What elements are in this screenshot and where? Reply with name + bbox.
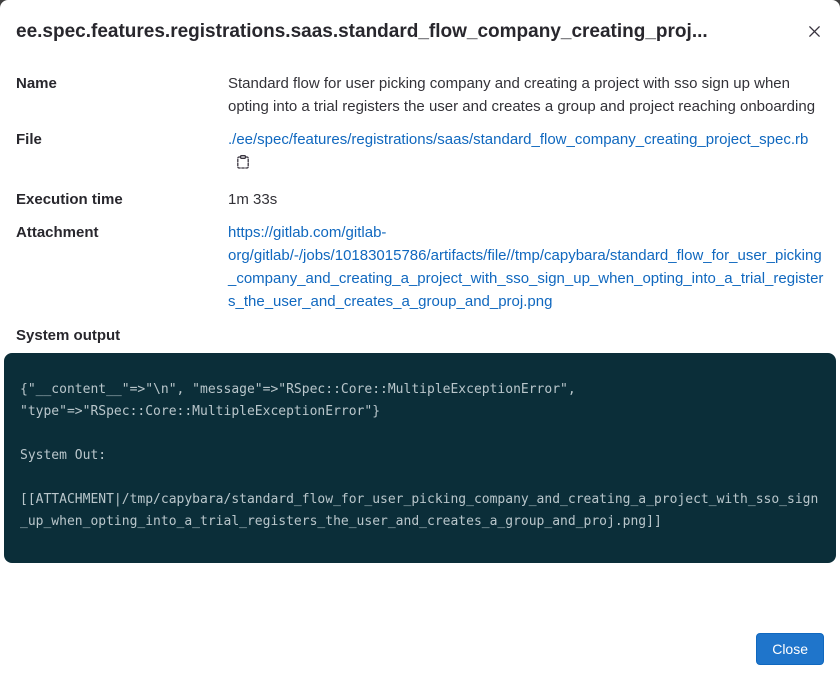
close-x-icon (807, 24, 822, 39)
field-row-execution-time: Execution time 1m 33s (0, 188, 840, 211)
attachment-link[interactable]: https://gitlab.com/gitlab-org/gitlab/-/j… (228, 224, 823, 310)
execution-time-value: 1m 33s (228, 188, 824, 211)
field-row-file: File ./ee/spec/features/registrations/sa… (0, 128, 840, 174)
copy-file-path-button[interactable] (235, 154, 251, 170)
test-details-modal: ee.spec.features.registrations.saas.stan… (0, 0, 840, 681)
modal-body: Name Standard flow for user picking comp… (0, 72, 840, 600)
attachment-value: https://gitlab.com/gitlab-org/gitlab/-/j… (228, 221, 824, 313)
file-path-link[interactable]: ./ee/spec/features/registrations/saas/st… (228, 131, 808, 148)
modal-header: ee.spec.features.registrations.saas.stan… (0, 0, 840, 44)
close-button[interactable]: Close (756, 633, 824, 665)
field-row-attachment: Attachment https://gitlab.com/gitlab-org… (0, 221, 840, 313)
copy-to-clipboard-icon (235, 154, 251, 170)
modal-title: ee.spec.features.registrations.saas.stan… (16, 20, 797, 44)
system-output-terminal: {"__content__"=>"\n", "message"=>"RSpec:… (4, 353, 836, 563)
modal-footer: Close (0, 633, 840, 681)
file-value: ./ee/spec/features/registrations/saas/st… (228, 128, 824, 174)
execution-time-label: Execution time (16, 188, 228, 211)
system-output-text: {"__content__"=>"\n", "message"=>"RSpec:… (20, 379, 820, 533)
name-value: Standard flow for user picking company a… (228, 72, 824, 118)
name-label: Name (16, 72, 228, 118)
file-label: File (16, 128, 228, 174)
attachment-label: Attachment (16, 221, 228, 313)
system-output-label: System output (0, 327, 840, 344)
field-row-name: Name Standard flow for user picking comp… (0, 72, 840, 118)
close-icon[interactable] (805, 20, 824, 43)
